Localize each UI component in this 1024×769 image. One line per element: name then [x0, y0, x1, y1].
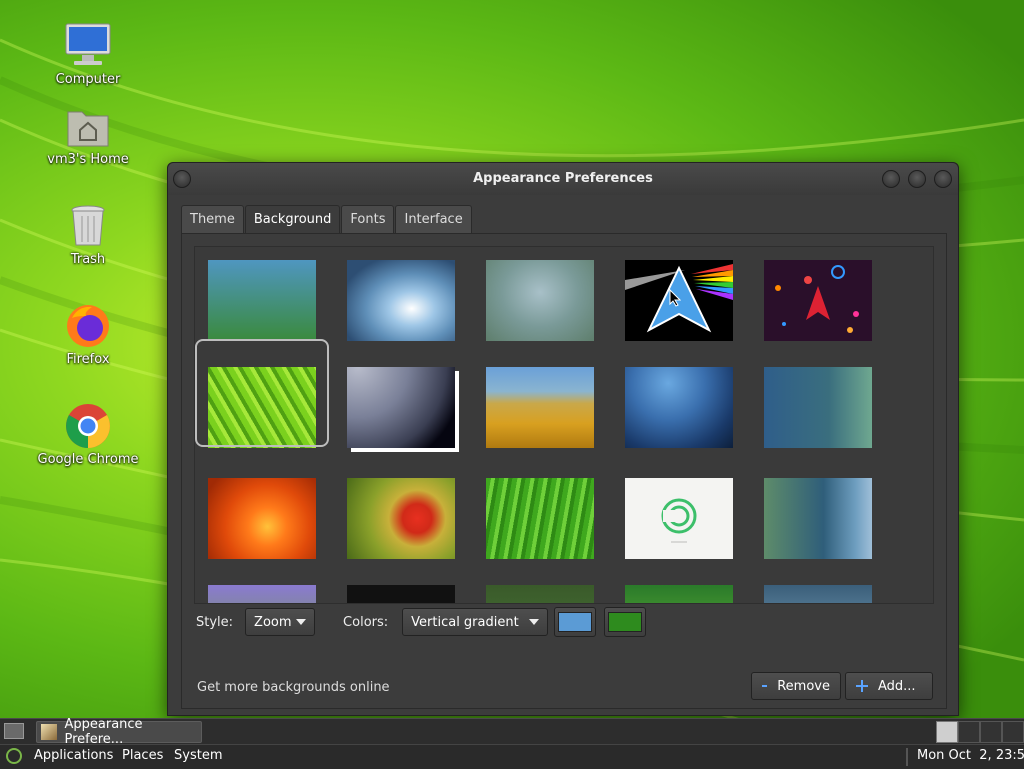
chrome-icon	[64, 402, 112, 450]
secondary-color-swatch	[608, 612, 643, 632]
colors-dropdown-value: Vertical gradient	[411, 614, 519, 630]
wallpaper-thumb[interactable]	[764, 478, 872, 559]
panel-separator	[906, 748, 908, 766]
desktop-icon-label: Trash	[70, 252, 106, 267]
wallpaper-thumb[interactable]	[208, 478, 316, 559]
style-dropdown-value: Zoom	[254, 614, 292, 630]
secondary-color-button[interactable]	[604, 607, 647, 637]
desktop-icon-label: Google Chrome	[37, 452, 139, 467]
primary-color-button[interactable]	[554, 607, 597, 637]
add-button[interactable]: Add...	[845, 672, 933, 700]
distro-logo-icon[interactable]	[6, 748, 22, 764]
main-menu-panel: Applications Places System Mon Oct 2, 23…	[0, 744, 1024, 769]
menu-places[interactable]: Places	[122, 748, 163, 763]
workspace-2[interactable]	[958, 721, 980, 743]
wallpaper-thumb[interactable]	[486, 478, 594, 559]
wallpaper-thumb[interactable]	[486, 585, 594, 603]
desktop-icon-home[interactable]: vm3's Home	[33, 102, 143, 167]
workspace-3[interactable]	[980, 721, 1002, 743]
mouse-pointer-icon	[669, 289, 681, 307]
plus-icon	[856, 680, 868, 692]
close-button[interactable]	[934, 170, 952, 188]
window-menu-button[interactable]	[173, 170, 191, 188]
wallpaper-grid[interactable]	[194, 246, 934, 604]
wallpaper-thumb[interactable]	[486, 367, 594, 448]
window-title: Appearance Preferences	[473, 171, 653, 186]
window-titlebar[interactable]: Appearance Preferences	[168, 163, 958, 195]
home-folder-icon	[64, 102, 112, 150]
workspace-1[interactable]	[936, 721, 958, 743]
taskbar-appearance-button[interactable]: Appearance Prefere...	[36, 717, 202, 747]
more-backgrounds-link[interactable]: Get more backgrounds online	[197, 680, 390, 695]
wallpaper-thumb[interactable]	[208, 260, 316, 341]
wallpaper-thumb[interactable]	[625, 367, 733, 448]
show-desktop-icon[interactable]	[4, 723, 24, 739]
selection-highlight	[195, 339, 329, 447]
primary-color-swatch	[558, 612, 593, 632]
trash-icon	[64, 202, 112, 250]
wallpaper-thumb[interactable]	[347, 585, 455, 603]
wallpaper-thumb[interactable]	[347, 478, 455, 559]
menu-applications[interactable]: Applications	[34, 748, 113, 763]
desktop-icon-firefox[interactable]: Firefox	[33, 302, 143, 367]
appearance-app-icon	[41, 724, 57, 740]
wallpaper-thumb[interactable]	[764, 260, 872, 341]
clock[interactable]: Mon Oct 2, 23:53	[917, 748, 1024, 763]
minus-icon	[762, 685, 768, 687]
computer-icon	[64, 22, 112, 70]
workspace-4[interactable]	[1002, 721, 1024, 743]
window-list-panel: Appearance Prefere...	[0, 717, 1024, 747]
minimize-button[interactable]	[882, 170, 900, 188]
add-button-label: Add...	[878, 678, 916, 694]
grid-scrollbar[interactable]	[931, 251, 933, 601]
chevron-down-icon	[296, 619, 307, 625]
colors-dropdown[interactable]: Vertical gradient	[402, 608, 549, 636]
preferences-tabs: Theme Background Fonts Interface	[181, 205, 473, 234]
tab-background[interactable]: Background	[244, 205, 341, 234]
tab-theme[interactable]: Theme	[181, 205, 244, 234]
workspace-switcher[interactable]	[936, 721, 1024, 743]
desktop-icon-trash[interactable]: Trash	[33, 202, 143, 267]
wallpaper-thumb[interactable]	[347, 260, 455, 341]
wallpaper-thumb[interactable]	[486, 260, 594, 341]
style-dropdown[interactable]: Zoom	[245, 608, 316, 636]
desktop-icon-label: Firefox	[66, 352, 110, 367]
tab-fonts[interactable]: Fonts	[341, 205, 395, 234]
tab-interface[interactable]: Interface	[395, 205, 472, 234]
remove-button[interactable]: Remove	[751, 672, 841, 700]
style-label: Style:	[196, 614, 234, 630]
wallpaper-thumb[interactable]	[625, 478, 733, 559]
chevron-down-icon	[529, 619, 540, 625]
wallpaper-thumb[interactable]	[208, 585, 316, 603]
taskbar-button-label: Appearance Prefere...	[64, 717, 143, 747]
wallpaper-thumb[interactable]	[764, 585, 872, 603]
menu-system[interactable]: System	[174, 748, 222, 763]
background-tab-panel: Style: Zoom Colors: Vertical gradient Ge…	[181, 233, 947, 709]
desktop-icon-computer[interactable]: Computer	[33, 22, 143, 87]
wallpaper-thumb[interactable]	[625, 585, 733, 603]
appearance-preferences-window: Appearance Preferences Theme Background …	[167, 162, 959, 716]
firefox-icon	[64, 302, 112, 350]
remove-button-label: Remove	[777, 678, 830, 694]
desktop-icon-label: Computer	[55, 72, 121, 87]
desktop-icon-label: vm3's Home	[47, 152, 129, 167]
desktop-icon-chrome[interactable]: Google Chrome	[33, 402, 143, 467]
wallpaper-thumb[interactable]	[347, 367, 455, 448]
colors-label: Colors:	[343, 614, 389, 630]
wallpaper-thumb[interactable]	[764, 367, 872, 448]
maximize-button[interactable]	[908, 170, 926, 188]
